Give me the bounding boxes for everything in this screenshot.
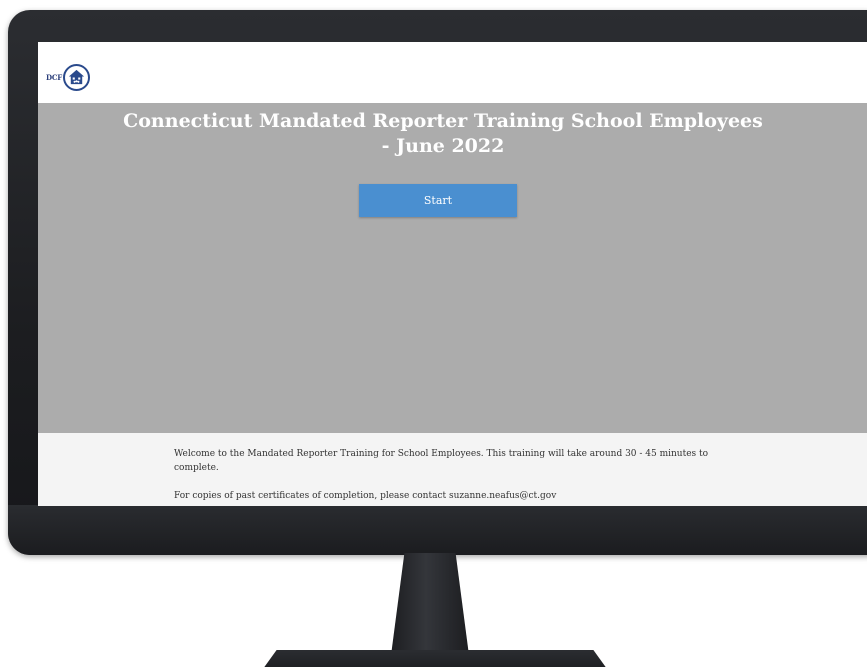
welcome-text: Welcome to the Mandated Reporter Trainin…	[174, 449, 709, 473]
house-icon	[68, 69, 85, 84]
dcf-house-seal-icon	[63, 63, 91, 91]
header-bar: DCF	[38, 42, 867, 103]
stage: DCF Connecticut Mandated Reporter Traini…	[0, 0, 867, 667]
info-panel: Welcome to the Mandated Reporter Trainin…	[38, 433, 867, 506]
monitor-screen: DCF Connecticut Mandated Reporter Traini…	[38, 42, 867, 506]
page-title-line-1: Connecticut Mandated Reporter Training S…	[123, 110, 763, 132]
start-button[interactable]: Start	[359, 184, 517, 217]
monitor-stand-neck	[390, 553, 470, 663]
page-title: Connecticut Mandated Reporter Training S…	[98, 109, 788, 159]
certificates-text: For copies of past certificates of compl…	[174, 491, 557, 501]
monitor-chin	[8, 505, 867, 555]
logo-text: DCF	[46, 72, 63, 82]
dcf-logo[interactable]: DCF	[46, 62, 98, 92]
page-title-line-2: - June 2022	[381, 135, 505, 157]
hero-banner: Connecticut Mandated Reporter Training S…	[38, 103, 867, 433]
monitor-stand-base	[255, 650, 615, 667]
